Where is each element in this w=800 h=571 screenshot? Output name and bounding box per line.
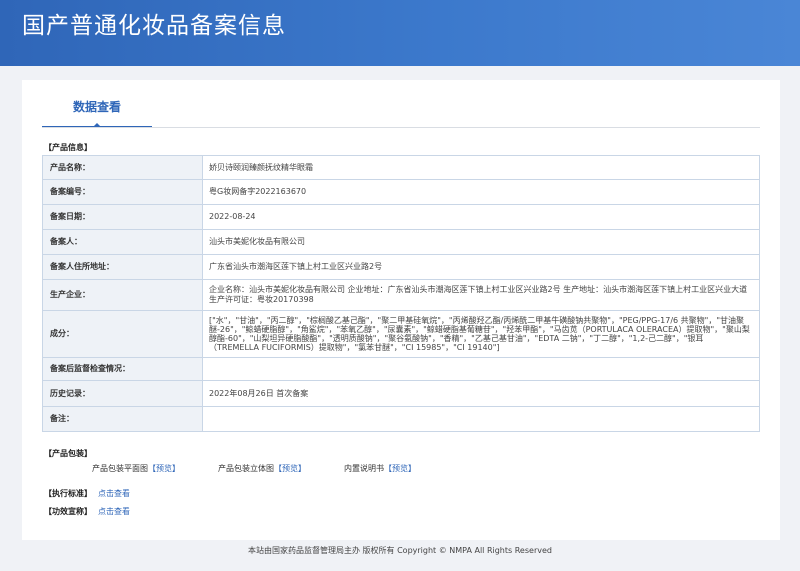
tab-data-view[interactable]: 数据查看 (42, 80, 152, 128)
row-label: 成分： (42, 310, 203, 358)
registrant-address-value: 广东省汕头市潮海区莲下镇上村工业区兴业路2号 (202, 254, 760, 280)
remarks-value (202, 406, 760, 432)
history-value: 2022年08月26日 首次备案 (202, 380, 760, 407)
table-row: 历史记录： 2022年08月26日 首次备案 (42, 380, 760, 407)
content-card: 数据查看 【产品信息】 产品名称： 娇贝诗颐润臻颜抚纹精华眼霜 备案编号： 粤G… (22, 80, 780, 540)
table-row: 备案编号： 粤G妆网备字2022163670 (42, 179, 760, 205)
packaging-item: 产品包装立体图【预览】 (218, 463, 306, 474)
packaging-heading: 【产品包装】 (44, 449, 92, 458)
standard-heading: 【执行标准】 (44, 489, 92, 498)
packaging-item: 产品包装平面图【预览】 (92, 463, 180, 474)
table-row: 备案人住所地址： 广东省汕头市潮海区莲下镇上村工业区兴业路2号 (42, 254, 760, 280)
table-row: 备案后监督检查情况： (42, 357, 760, 381)
efficacy-heading: 【功效宣称】 (44, 507, 92, 516)
row-label: 备案人住所地址： (42, 254, 203, 280)
standard-view-link[interactable]: 点击查看 (98, 488, 130, 499)
product-info-table: 产品名称： 娇贝诗颐润臻颜抚纹精华眼霜 备案编号： 粤G妆网备字20221636… (42, 155, 760, 432)
row-label: 备案后监督检查情况： (42, 357, 203, 381)
row-label: 备案人： (42, 229, 203, 255)
table-row: 产品名称： 娇贝诗颐润臻颜抚纹精华眼霜 (42, 155, 760, 180)
row-label: 生产企业： (42, 279, 203, 311)
packaging-item-name: 内置说明书 (344, 464, 384, 473)
row-label: 产品名称： (42, 155, 203, 180)
table-row: 备案日期： 2022-08-24 (42, 204, 760, 230)
product-info-heading: 【产品信息】 (44, 143, 92, 152)
manufacturer-value: 企业名称：汕头市美妮化妆品有限公司 企业地址：广东省汕头市潮海区莲下镇上村工业区… (202, 279, 760, 311)
preview-link-3d[interactable]: 【预览】 (274, 464, 306, 473)
site-header: 国产普通化妆品备案信息 (0, 0, 800, 66)
row-label: 备案编号： (42, 179, 203, 205)
table-row: 备注： (42, 406, 760, 432)
page-title: 国产普通化妆品备案信息 (22, 13, 286, 39)
record-date-value: 2022-08-24 (202, 204, 760, 230)
packaging-item-name: 产品包装平面图 (92, 464, 148, 473)
product-name-value: 娇贝诗颐润臻颜抚纹精华眼霜 (202, 155, 760, 180)
packaging-item: 内置说明书【预览】 (344, 463, 416, 474)
preview-link-flat[interactable]: 【预览】 (148, 464, 180, 473)
table-row: 备案人： 汕头市美妮化妆品有限公司 (42, 229, 760, 255)
tab-divider (42, 127, 760, 128)
preview-link-manual[interactable]: 【预览】 (384, 464, 416, 473)
row-label: 备注： (42, 406, 203, 432)
efficacy-view-link[interactable]: 点击查看 (98, 506, 130, 517)
registrant-value: 汕头市美妮化妆品有限公司 (202, 229, 760, 255)
table-row: 生产企业： 企业名称：汕头市美妮化妆品有限公司 企业地址：广东省汕头市潮海区莲下… (42, 279, 760, 311)
inspection-value (202, 357, 760, 381)
row-label: 历史记录： (42, 380, 203, 407)
footer-copyright: 本站由国家药品监督管理局主办 版权所有 Copyright © NMPA All… (248, 546, 552, 555)
packaging-item-name: 产品包装立体图 (218, 464, 274, 473)
table-row: 成分： ["水"，"甘油"，"丙二醇"，"棕榈酸乙基己酯"，"聚二甲基硅氧烷"，… (42, 310, 760, 358)
record-number-value: 粤G妆网备字2022163670 (202, 179, 760, 205)
tab-label: 数据查看 (72, 100, 121, 114)
ingredients-value: ["水"，"甘油"，"丙二醇"，"棕榈酸乙基己酯"，"聚二甲基硅氧烷"，"丙烯酸… (202, 310, 760, 358)
row-label: 备案日期： (42, 204, 203, 230)
